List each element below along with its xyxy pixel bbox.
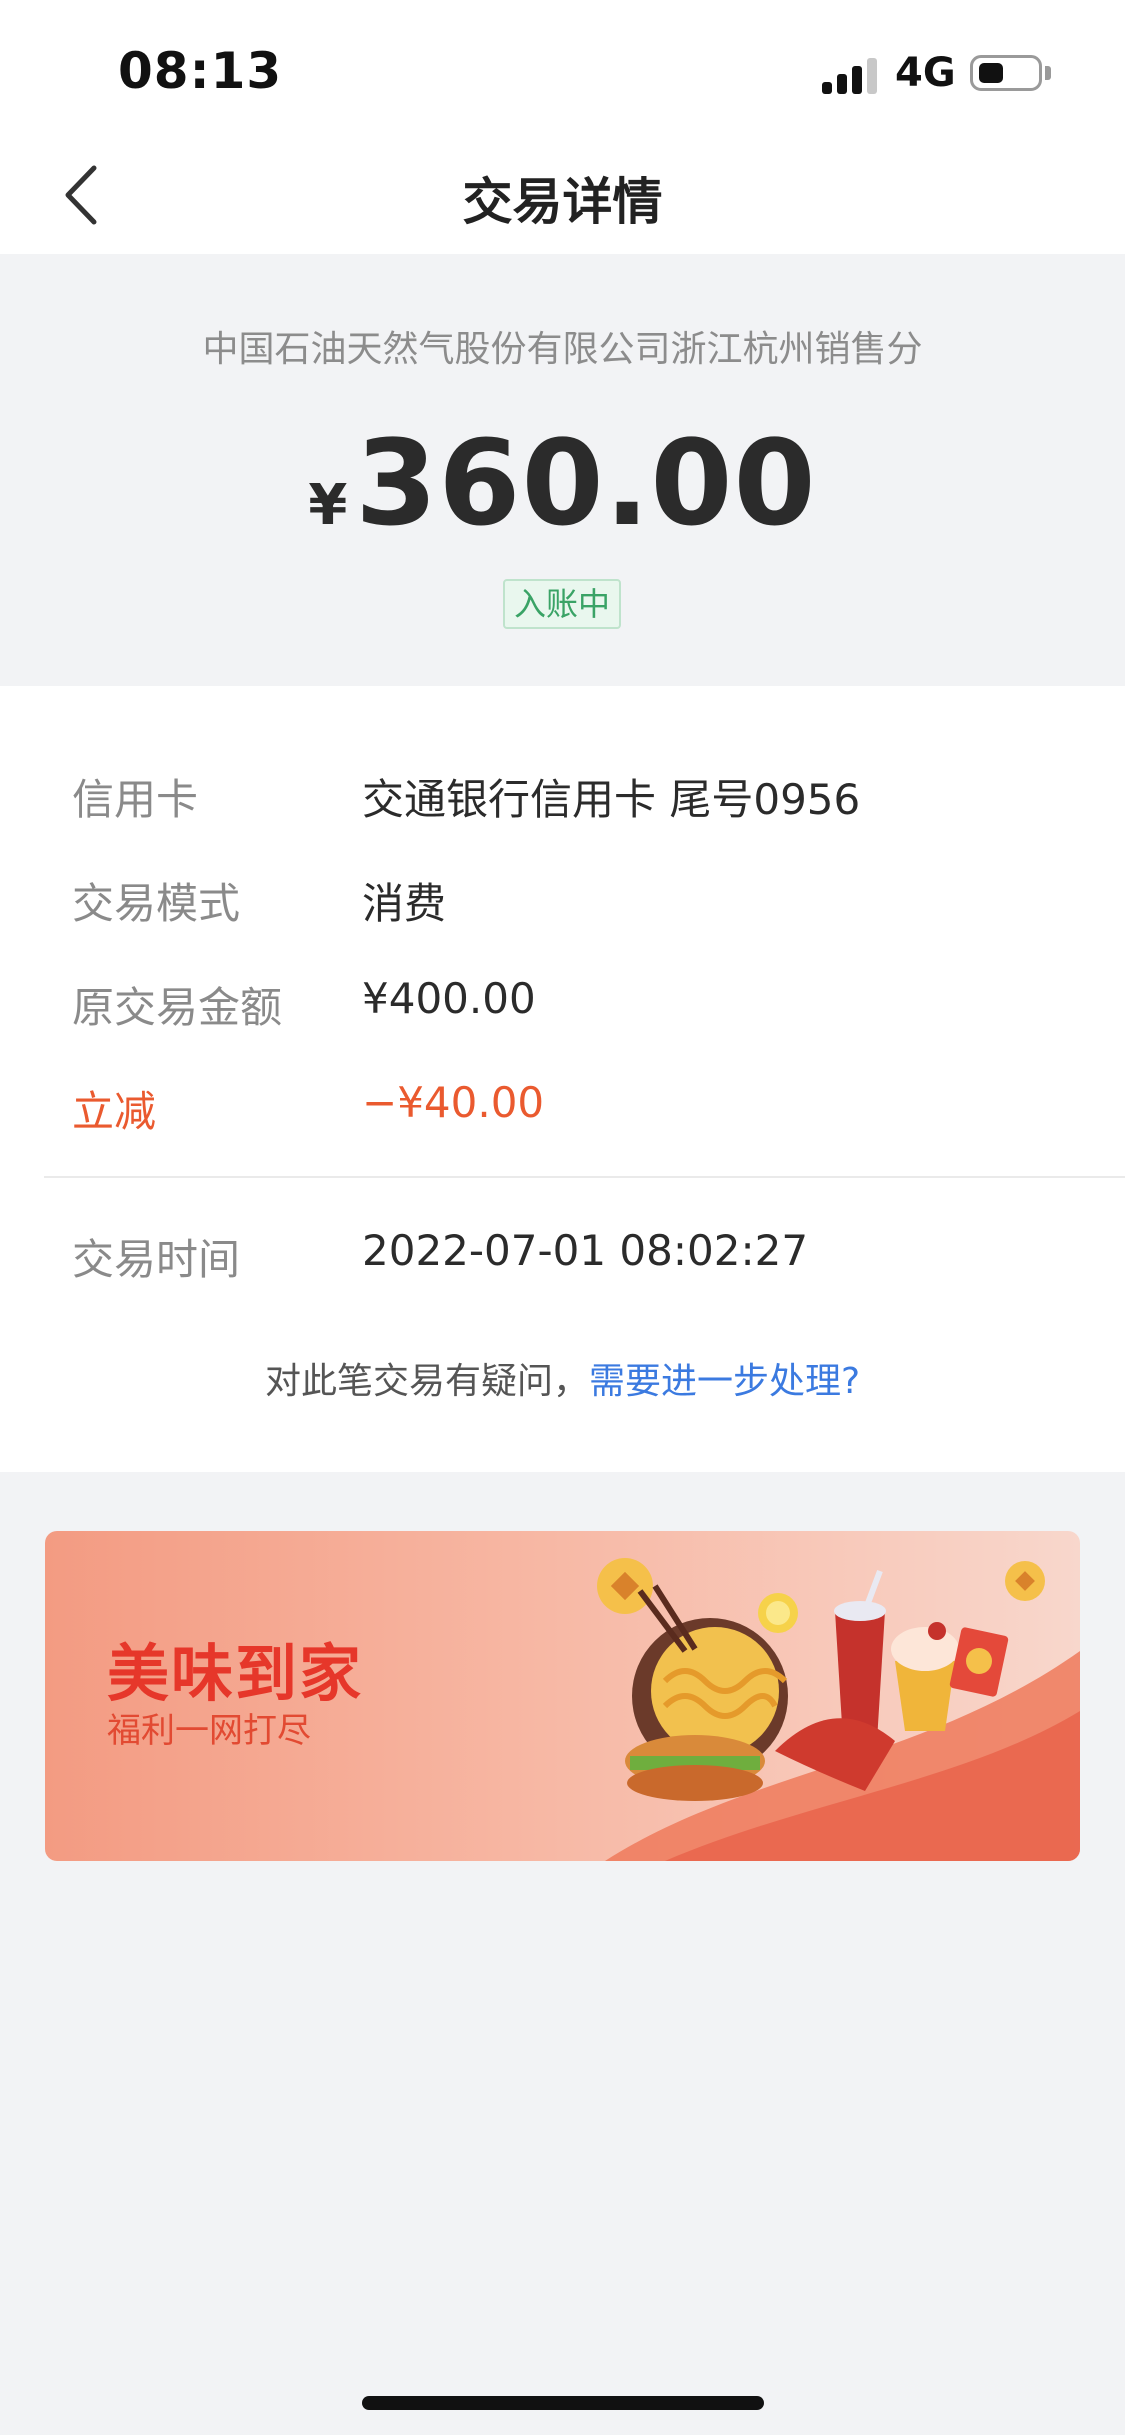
home-indicator[interactable] [362, 2396, 764, 2410]
detail-value: 消费 [362, 879, 447, 928]
transaction-amount: 360.00 [355, 414, 817, 552]
detail-label: 信用卡 [72, 775, 199, 824]
detail-value: 2022-07-01 08:02:27 [362, 1226, 809, 1275]
battery-icon [970, 55, 1042, 91]
banner-subtitle: 福利一网打尽 [107, 1711, 311, 1751]
page-title: 交易详情 [462, 173, 663, 231]
status-badge: 入账中 [503, 579, 621, 629]
detail-value: −¥40.00 [362, 1078, 545, 1127]
merchant-name: 中国石油天然气股份有限公司浙江杭州销售分 [202, 329, 923, 370]
dispute-text: 对此笔交易有疑问， [264, 1361, 589, 1402]
status-bar: 08:13 4G [0, 0, 1125, 140]
detail-value: ¥400.00 [362, 974, 536, 1023]
status-time: 08:13 [118, 42, 283, 100]
food-illustration [597, 1558, 1080, 1861]
detail-label: 立减 [72, 1087, 157, 1136]
transaction-details: 信用卡 交通银行信用卡 尾号0956 交易模式 消费 原交易金额 ¥400.00… [0, 686, 1125, 1472]
divider [44, 1176, 1125, 1178]
promo-banner[interactable]: 美味到家 福利一网打尽 [45, 1531, 1080, 1861]
network-label: 4G [895, 50, 956, 96]
dispute-link[interactable]: 需要进一步处理? [589, 1361, 860, 1402]
detail-label: 交易模式 [72, 879, 241, 928]
dispute-prompt: 对此笔交易有疑问，需要进一步处理? [0, 1352, 1125, 1404]
amount-display: ¥360.00 [0, 414, 1125, 552]
detail-value: 交通银行信用卡 尾号0956 [362, 775, 861, 824]
signal-icon [822, 56, 882, 94]
nav-bar: 交易详情 [0, 140, 1125, 254]
battery-level [979, 63, 1003, 83]
battery-cap [1045, 66, 1051, 80]
detail-label: 原交易金额 [72, 983, 283, 1032]
transaction-summary: 中国石油天然气股份有限公司浙江杭州销售分 ¥360.00 入账中 [0, 254, 1125, 686]
detail-label: 交易时间 [72, 1235, 241, 1284]
banner-title: 美味到家 [107, 1637, 364, 1710]
currency-symbol: ¥ [308, 473, 348, 538]
